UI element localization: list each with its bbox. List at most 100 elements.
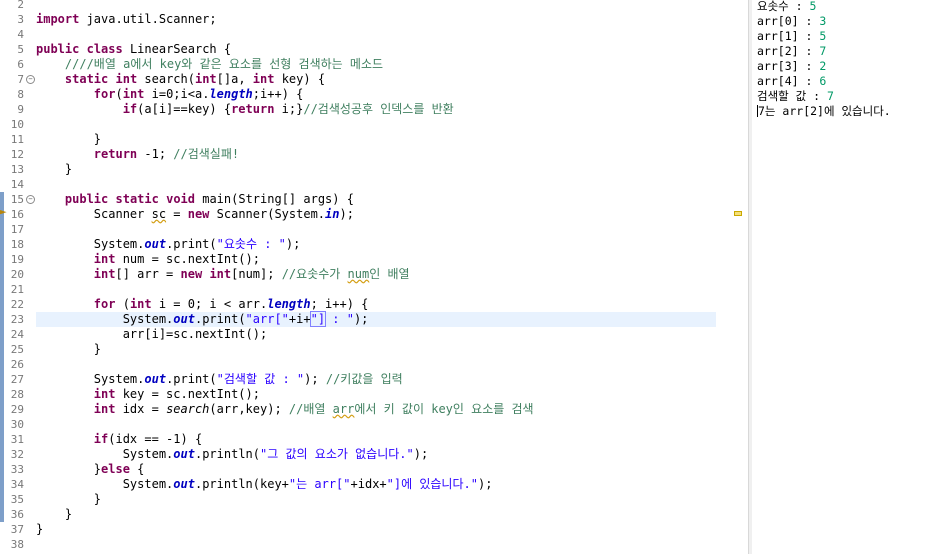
if-line[interactable]: if(idx == -1) { [36,432,716,447]
code-token: } [36,507,73,521]
code-token: main(String[] args) { [195,192,354,206]
code-token: .print( [194,312,246,326]
code-token: } [36,342,102,356]
for-loop-line[interactable]: for(int i=0;i<a.length;i++) { [36,87,716,102]
scanner-declaration[interactable]: Scanner sc = new Scanner(System.in); [36,207,716,222]
line-number: 29 [0,402,30,417]
else-line[interactable]: }else { [36,462,716,477]
line-number: 10 [10,118,24,131]
search-call-line[interactable]: int idx = search(arr,key); //배열 arr에서 키 … [36,402,716,417]
console-input-value: 5 [819,29,827,43]
read-element-line[interactable]: arr[i]=sc.nextInt(); [36,327,716,342]
code-editor[interactable]: 2 3 4 5 6 7−8 9 10 11 12 13 14 15−16 17 18 19 20 21 22 23 24… [0,0,748,554]
console-prompt: 검색할 값 : [757,89,828,103]
line-number: 27 [0,372,30,387]
console-output[interactable]: 요솟수 : 5 arr[0] : 3 arr[1] : 5 arr[2] : 7 arr… [752,0,928,554]
fold-collapse-icon[interactable]: − [26,75,35,84]
closing-brace[interactable]: } [36,132,716,147]
warning-overview-marker[interactable] [734,211,742,216]
warning-marker-icon[interactable]: ► [0,206,10,218]
code-token: ); [339,207,354,221]
if-return-line[interactable]: if(a[i]==key) {return i;}//검색성공후 인덱스를 반환 [36,102,716,117]
line-number: 36 [0,507,30,522]
code-token: search( [137,72,195,86]
code-token: int [122,87,145,101]
current-code-line[interactable]: System.out.print("arr["+i+"] : "); [36,311,716,327]
for-loop-line[interactable]: for (int i = 0; i < arr.length; i++) { [36,297,716,312]
console-line: arr[3] : 2 [757,59,826,74]
console-input-value: 3 [819,14,827,28]
code-token: [] arr = [115,267,181,281]
return-line[interactable]: return -1; //검색실패! [36,147,716,162]
comment-line[interactable]: ////배열 a에서 key와 같은 요소를 선형 검색하는 메소드 [36,57,716,72]
code-token: else [101,462,130,476]
println-line[interactable]: System.out.println("그 값의 요소가 없습니다."); [36,447,716,462]
line-number: 21 [0,282,30,297]
code-token: (idx == -1) { [108,432,203,446]
code-token: System. [36,477,174,491]
line-number-gutter: 2 3 4 5 6 7−8 9 10 11 12 13 14 15−16 17 18 19 20 21 22 23 24… [0,0,35,554]
code-token: .println( [194,447,260,461]
main-method-signature[interactable]: public static void main(String[] args) { [36,192,716,207]
closing-brace[interactable]: } [36,507,716,522]
line-number: 23 [0,312,30,327]
code-token: i;} [274,102,304,116]
code-token: } [36,492,102,506]
code-token: [num]; [231,267,282,281]
method-signature-search[interactable]: static int search(int[]a, int key) { [36,72,716,87]
code-token: import [36,12,80,26]
code-token: .print( [166,372,217,386]
code-token: System. [36,447,174,461]
print-line[interactable]: System.out.print("검색할 값 : "); //키값을 입력 [36,372,716,387]
line-number: 12 [10,148,24,161]
read-key-line[interactable]: int key = sc.nextInt(); [36,387,716,402]
closing-brace[interactable]: } [36,162,716,177]
import-statement[interactable]: import java.util.Scanner; [36,12,716,27]
overview-ruler[interactable] [716,0,748,554]
code-token: out [173,312,195,326]
line-number: 14 [10,178,24,191]
code-token: +idx+ [350,477,387,491]
line-number: 17 [0,222,30,237]
code-token: ; i++) { [310,297,369,311]
code-token: ); [285,237,301,251]
line-number: 24 [0,327,30,342]
code-token: in [325,207,340,221]
code-token: arr [332,402,355,416]
code-token: if [93,432,109,446]
code-token: key = sc.nextInt(); [115,387,260,401]
line-number: 35 [0,492,30,507]
closing-brace[interactable]: } [36,342,716,357]
closing-brace[interactable]: } [36,492,716,507]
class-declaration[interactable]: public class LinearSearch { [36,42,716,57]
print-line[interactable]: System.out.print("요솟수 : "); [36,237,716,252]
console-result-line: 7는 arr[2]에 있습니다. [757,104,891,119]
code-token: -1; [137,147,174,161]
array-declaration[interactable]: int[] arr = new int[num]; //요솟수가 num인 배열 [36,267,716,282]
code-token: Scanner [36,207,152,221]
code-token: i=0;i<a. [144,87,210,101]
code-token: int [93,252,116,266]
code-token: ); [304,372,326,386]
code-token: num [347,267,370,281]
code-token: ); [413,447,429,461]
console-input-value: 7 [827,89,834,103]
fold-collapse-icon[interactable]: − [26,195,35,204]
code-token: ); [353,312,369,326]
println-line[interactable]: System.out.println(key+"는 arr["+idx+"]에 … [36,477,716,492]
read-num-line[interactable]: int num = sc.nextInt(); [36,252,716,267]
line-number: 26 [0,357,30,372]
code-token: void [166,192,195,206]
console-line: 검색할 값 : 7 [757,89,834,104]
code-token: 인 배열 [369,267,410,281]
line-number: 20 [0,267,30,282]
console-prompt: arr[0] : [757,14,820,28]
closing-brace[interactable]: } [36,522,716,537]
line-number: 31 [0,432,30,447]
